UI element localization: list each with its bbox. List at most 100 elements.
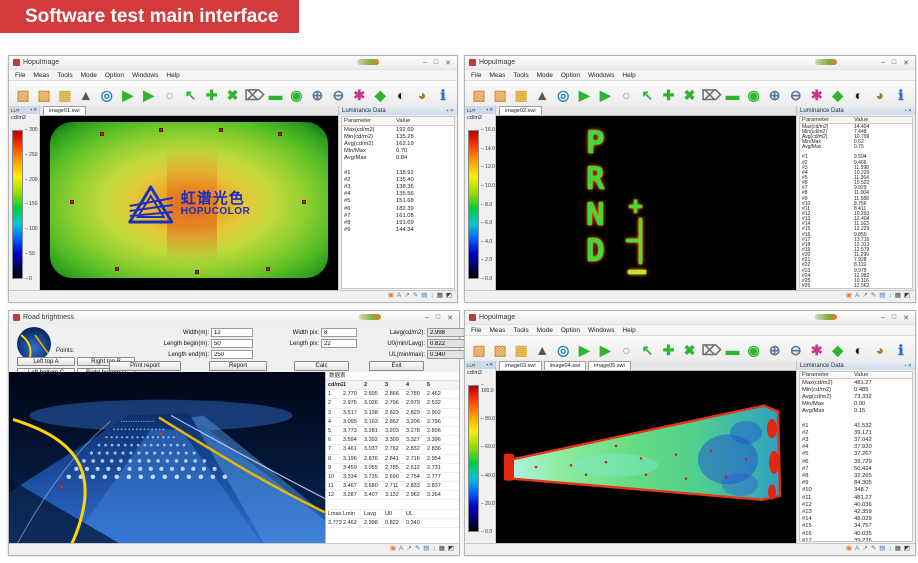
- cursor-status-icon[interactable]: A: [855, 546, 859, 553]
- save-icon[interactable]: ▦: [512, 340, 530, 360]
- calc-button[interactable]: Calc: [294, 361, 349, 371]
- image-tab[interactable]: image03.swi: [499, 361, 542, 370]
- zoom-out-icon[interactable]: ⊖: [787, 340, 805, 360]
- close-button[interactable]: ✕: [447, 314, 453, 322]
- open-file-icon[interactable]: ▨: [470, 85, 488, 105]
- image-view[interactable]: [496, 371, 796, 544]
- menu-item[interactable]: Mode: [537, 72, 553, 79]
- open-folder-icon[interactable]: ▧: [491, 340, 509, 360]
- diamond-icon[interactable]: ◆: [371, 85, 389, 105]
- pen-status-icon[interactable]: ✎: [415, 546, 420, 553]
- palette-icon[interactable]: ◕: [413, 85, 431, 105]
- menu-item[interactable]: File: [471, 327, 481, 334]
- zoom-in-icon[interactable]: ⊕: [766, 340, 784, 360]
- export-icon[interactable]: ▲: [533, 85, 551, 105]
- trash-icon[interactable]: ⌦: [244, 85, 263, 105]
- arrow-status-icon[interactable]: ↗: [404, 293, 409, 300]
- mask-status-icon[interactable]: ◩: [446, 293, 452, 300]
- play-icon[interactable]: ▶: [119, 85, 137, 105]
- menu-item[interactable]: Mode: [81, 72, 97, 79]
- menu-item[interactable]: Mode: [537, 327, 553, 334]
- maximize-button[interactable]: □: [892, 59, 896, 67]
- export-icon[interactable]: ▲: [77, 85, 95, 105]
- palette-icon[interactable]: ◕: [871, 85, 889, 105]
- menu-item[interactable]: Tools: [513, 72, 528, 79]
- panel-pin-icon[interactable]: ▪ ✕: [486, 362, 493, 368]
- zoom-in-icon[interactable]: ⊕: [766, 85, 784, 105]
- minimize-button[interactable]: –: [881, 314, 885, 322]
- open-folder-icon[interactable]: ▧: [491, 85, 509, 105]
- menu-item[interactable]: Help: [166, 72, 179, 79]
- select-cursor-icon[interactable]: ↖: [638, 85, 656, 105]
- contrast-icon[interactable]: ◐: [850, 85, 868, 105]
- zoom-in-icon[interactable]: ⊕: [308, 85, 326, 105]
- minimize-button[interactable]: –: [881, 59, 885, 67]
- image-tab[interactable]: image05.swi: [588, 361, 631, 370]
- play-continuous-icon[interactable]: ▶: [596, 340, 614, 360]
- arrow-status-icon[interactable]: ↗: [862, 293, 867, 300]
- menu-item[interactable]: Meas: [489, 72, 505, 79]
- image-tab[interactable]: image02.swi: [499, 106, 542, 115]
- add-point-icon[interactable]: ✚: [659, 85, 677, 105]
- play-icon[interactable]: ▶: [575, 340, 593, 360]
- minimize-button[interactable]: –: [423, 59, 427, 67]
- open-file-icon[interactable]: ▨: [470, 340, 488, 360]
- rect-roi-icon[interactable]: ▬: [266, 85, 284, 105]
- stop-icon[interactable]: ○: [617, 85, 635, 105]
- layers-status-icon[interactable]: ▤: [879, 546, 885, 553]
- capture-icon[interactable]: ◎: [554, 85, 572, 105]
- grid-status-icon[interactable]: ▣: [390, 546, 396, 553]
- measure-point-marker[interactable]: [195, 270, 199, 274]
- color-map-icon[interactable]: ✱: [808, 340, 826, 360]
- select-cursor-icon[interactable]: ↖: [182, 85, 200, 105]
- menu-item[interactable]: Option: [105, 72, 124, 79]
- cursor-status-icon[interactable]: A: [397, 293, 401, 300]
- road-image-view[interactable]: [9, 372, 325, 544]
- menu-item[interactable]: Help: [622, 327, 635, 334]
- pen-status-icon[interactable]: ✎: [871, 546, 876, 553]
- title-bar[interactable]: HopuImage – □ ✕: [465, 56, 915, 69]
- menu-item[interactable]: Help: [622, 72, 635, 79]
- maximize-button[interactable]: □: [434, 59, 438, 67]
- maximize-button[interactable]: □: [436, 314, 440, 322]
- table-status-icon[interactable]: ▦: [895, 546, 901, 553]
- ellipse-roi-icon[interactable]: ◉: [745, 85, 763, 105]
- help-icon[interactable]: ℹ: [434, 85, 452, 105]
- diamond-icon[interactable]: ◆: [829, 340, 847, 360]
- contrast-icon[interactable]: ◐: [392, 85, 410, 105]
- table-status-icon[interactable]: ▦: [439, 546, 445, 553]
- menu-item[interactable]: Meas: [489, 327, 505, 334]
- pen-status-icon[interactable]: ✎: [871, 293, 876, 300]
- mask-status-icon[interactable]: ◩: [448, 546, 454, 553]
- panel-close-icon[interactable]: ▪ ✕: [905, 108, 912, 114]
- panel-pin-icon[interactable]: ▪ ✕: [486, 107, 493, 113]
- left-top-a-button[interactable]: Left top A: [17, 357, 75, 366]
- menu-item[interactable]: File: [471, 72, 481, 79]
- trash-icon[interactable]: ⌦: [702, 340, 721, 360]
- open-file-icon[interactable]: ▨: [14, 85, 32, 105]
- length-pix-input[interactable]: [321, 339, 357, 348]
- layers-status-icon[interactable]: ▤: [421, 293, 427, 300]
- image-tab[interactable]: image01.swi: [43, 106, 86, 115]
- delete-point-icon[interactable]: ✖: [680, 340, 698, 360]
- cursor-status-icon[interactable]: A: [399, 546, 403, 553]
- add-point-icon[interactable]: ✚: [203, 85, 221, 105]
- measure-point-marker[interactable]: [266, 267, 270, 271]
- contrast-icon[interactable]: ◐: [850, 340, 868, 360]
- maximize-button[interactable]: □: [892, 314, 896, 322]
- panel-close-icon[interactable]: ▪ ✕: [447, 108, 454, 114]
- stop-icon[interactable]: ○: [617, 340, 635, 360]
- measure-point-marker[interactable]: [115, 267, 119, 271]
- play-icon[interactable]: ▶: [575, 85, 593, 105]
- mask-status-icon[interactable]: ◩: [904, 293, 910, 300]
- ellipse-roi-icon[interactable]: ◉: [745, 340, 763, 360]
- panel-close-icon[interactable]: ▪ ✕: [905, 363, 912, 369]
- save-icon[interactable]: ▦: [512, 85, 530, 105]
- export-icon[interactable]: ▲: [533, 340, 551, 360]
- menu-item[interactable]: Tools: [513, 327, 528, 334]
- panel-pin-icon[interactable]: ▪ ✕: [30, 107, 37, 113]
- title-bar[interactable]: HopuImage – □ ✕: [465, 311, 915, 324]
- trash-icon[interactable]: ⌦: [702, 85, 721, 105]
- grid-status-icon[interactable]: ▣: [846, 293, 852, 300]
- help-icon[interactable]: ℹ: [892, 85, 910, 105]
